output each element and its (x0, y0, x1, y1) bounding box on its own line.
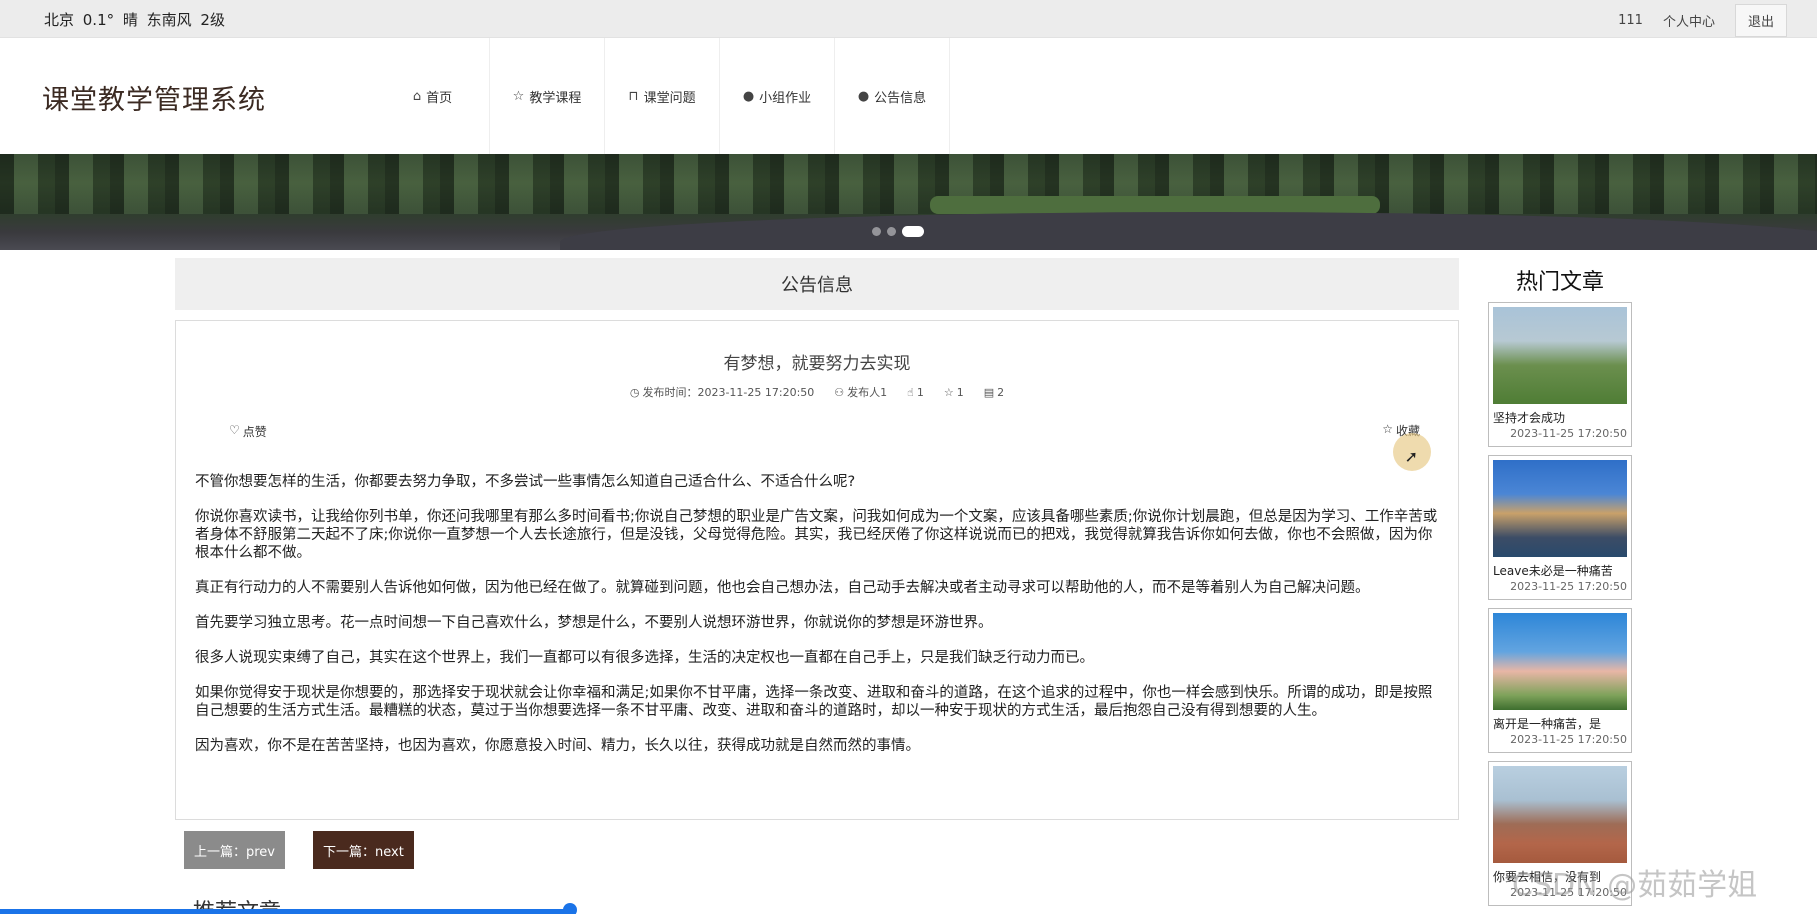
top-bar: 北京 0.1° 晴 东南风 2级 111 个人中心 退出 (0, 0, 1817, 38)
article-meta: ◷ 发布时间：2023-11-25 17:20:50 ⚇ 发布人1 ☝ 1 ☆ 1 ▤ 2 (176, 384, 1458, 400)
help-icon: ● (857, 88, 870, 104)
hot-article-image[interactable] (1493, 460, 1627, 557)
article-card: 有梦想，就要努力去实现 ◷ 发布时间：2023-11-25 17:20:50 ⚇ 发… (175, 320, 1459, 820)
main-nav: ⌂ 首页 ☆ 教学课程 ⊓ 课堂问题 ● 小组作业 ● 公告信息 (376, 38, 950, 154)
hot-article-date: 2023-11-25 17:20:50 (1510, 427, 1627, 440)
thumb-up-icon: ☝ (907, 385, 914, 399)
progress-knob (563, 903, 577, 914)
weather-info: 北京 0.1° 晴 东南风 2级 (44, 11, 225, 29)
nav-item-questions[interactable]: ⊓ 课堂问题 (605, 38, 720, 154)
banner-trees (0, 154, 1817, 214)
like-count: ☝ 1 (907, 384, 924, 400)
publish-time-text: 发布时间：2023-11-25 17:20:50 (642, 386, 815, 399)
logout-button[interactable]: 退出 (1734, 4, 1787, 37)
publish-time: ◷ 发布时间：2023-11-25 17:20:50 (630, 384, 814, 400)
nav-item-home[interactable]: ⌂ 首页 (376, 38, 490, 154)
paragraph: 很多人说现实束缚了自己，其实在这个世界上，我们一直都可以有很多选择，生活的决定权… (195, 650, 1094, 666)
hot-article-date: 2023-11-25 17:20:50 (1510, 580, 1627, 593)
paragraph: 不管你想要怎样的生活，你都要去努力争取，不多尝试一些事情怎么知道自己适合什么、不… (195, 474, 856, 490)
nav-item-notices[interactable]: ● 公告信息 (835, 38, 950, 154)
paragraph: 如果你觉得安于现状是你想要的，那选择安于现状就会让你幸福和满足;如果你不甘平庸，… (195, 685, 1433, 719)
hot-article-name[interactable]: 坚持才会成功 (1493, 409, 1627, 426)
paragraph: 你说你喜欢读书，让我给你列书单，你还问我哪里有那么多时间看书;你说自己梦想的职业… (195, 509, 1438, 561)
hot-article-date: 2023-11-25 17:20:50 (1510, 733, 1627, 746)
article-body: 不管你想要怎样的生活，你都要去努力争取，不多尝试一些事情怎么知道自己适合什么、不… (195, 473, 1445, 772)
lock-icon: ⊓ (628, 88, 639, 104)
nav-item-courses[interactable]: ☆ 教学课程 (490, 38, 605, 154)
banner-carousel[interactable] (0, 154, 1817, 250)
publisher-text: 发布人1 (847, 386, 888, 399)
favorite-count: ☆ 1 (944, 384, 964, 400)
username: 111 (1618, 13, 1643, 28)
mouse-cursor-icon: ➚ (1404, 447, 1418, 466)
user-menu: 111 个人中心 退出 (1618, 4, 1787, 37)
home-icon: ⌂ (412, 88, 422, 104)
clock-icon: ◷ (629, 385, 640, 399)
prev-button[interactable]: 上一篇：prev (184, 831, 285, 869)
site-header: 课堂教学管理系统 ⌂ 首页 ☆ 教学课程 ⊓ 课堂问题 ● 小组作业 ● 公告信… (0, 38, 1817, 154)
star-icon: ☆ (512, 88, 525, 104)
site-logo[interactable]: 课堂教学管理系统 (42, 78, 266, 117)
like-button[interactable]: ♡ 点赞 (229, 423, 267, 440)
nav-item-homework[interactable]: ● 小组作业 (720, 38, 835, 154)
user-icon: ⚇ (834, 385, 845, 399)
hot-article-image[interactable] (1493, 613, 1627, 710)
paragraph: 因为喜欢，你不是在苦苦坚持，也因为喜欢，你愿意投入时间、精力，长久以往，获得成功… (195, 738, 920, 754)
section-title: 公告信息 (175, 258, 1459, 310)
document-icon: ▤ (983, 385, 995, 399)
alert-icon: ● (742, 88, 755, 104)
carousel-dot-2[interactable] (887, 227, 896, 236)
nav-label: 课堂问题 (643, 90, 696, 106)
like-label: 点赞 (242, 425, 267, 439)
hot-article-card[interactable]: 坚持才会成功 2023-11-25 17:20:50 (1488, 302, 1632, 447)
like-count-text: 1 (916, 385, 924, 399)
carousel-dot-3[interactable] (902, 226, 924, 237)
banner-road (560, 212, 1817, 250)
hot-article-card[interactable]: Leave未必是一种痛苦 2023-11-25 17:20:50 (1488, 455, 1632, 600)
nav-label: 公告信息 (874, 90, 927, 106)
carousel-dot-1[interactable] (872, 227, 881, 236)
profile-link[interactable]: 个人中心 (1663, 11, 1715, 30)
nav-label: 首页 (426, 90, 453, 106)
page-load-progress (0, 909, 575, 914)
hot-articles-title: 热门文章 (1515, 270, 1604, 295)
hot-article-image[interactable] (1493, 766, 1627, 863)
next-button[interactable]: 下一篇：next (313, 831, 414, 869)
paragraph: 首先要学习独立思考。花一点时间想一下自己喜欢什么，梦想是什么，不要别人说想环游世… (195, 615, 993, 631)
carousel-dots (872, 226, 924, 237)
hot-article-image[interactable] (1493, 307, 1627, 404)
paragraph: 真正有行动力的人不需要别人告诉他如何做，因为他已经在做了。就算碰到问题，他也会自… (195, 580, 1370, 596)
publisher: ⚇ 发布人1 (834, 384, 887, 400)
heart-icon: ♡ (229, 423, 240, 437)
view-count: ▤ 2 (984, 384, 1004, 400)
favorite-count-text: 1 (956, 385, 964, 399)
star-icon: ☆ (1382, 422, 1393, 436)
view-count-text: 2 (997, 385, 1005, 399)
watermark: CSDN @茹茹学姐 (1512, 868, 1758, 903)
nav-label: 教学课程 (529, 90, 582, 106)
hot-article-card[interactable]: 离开是一种痛苦，是 2023-11-25 17:20:50 (1488, 608, 1632, 753)
hot-article-name[interactable]: Leave未必是一种痛苦 (1493, 562, 1627, 579)
article-pager: 上一篇：prev 下一篇：next (184, 831, 414, 869)
nav-label: 小组作业 (759, 90, 812, 106)
article-title: 有梦想，就要努力去实现 (723, 354, 911, 374)
star-icon: ☆ (943, 385, 954, 399)
hot-article-name[interactable]: 离开是一种痛苦，是 (1493, 715, 1627, 732)
